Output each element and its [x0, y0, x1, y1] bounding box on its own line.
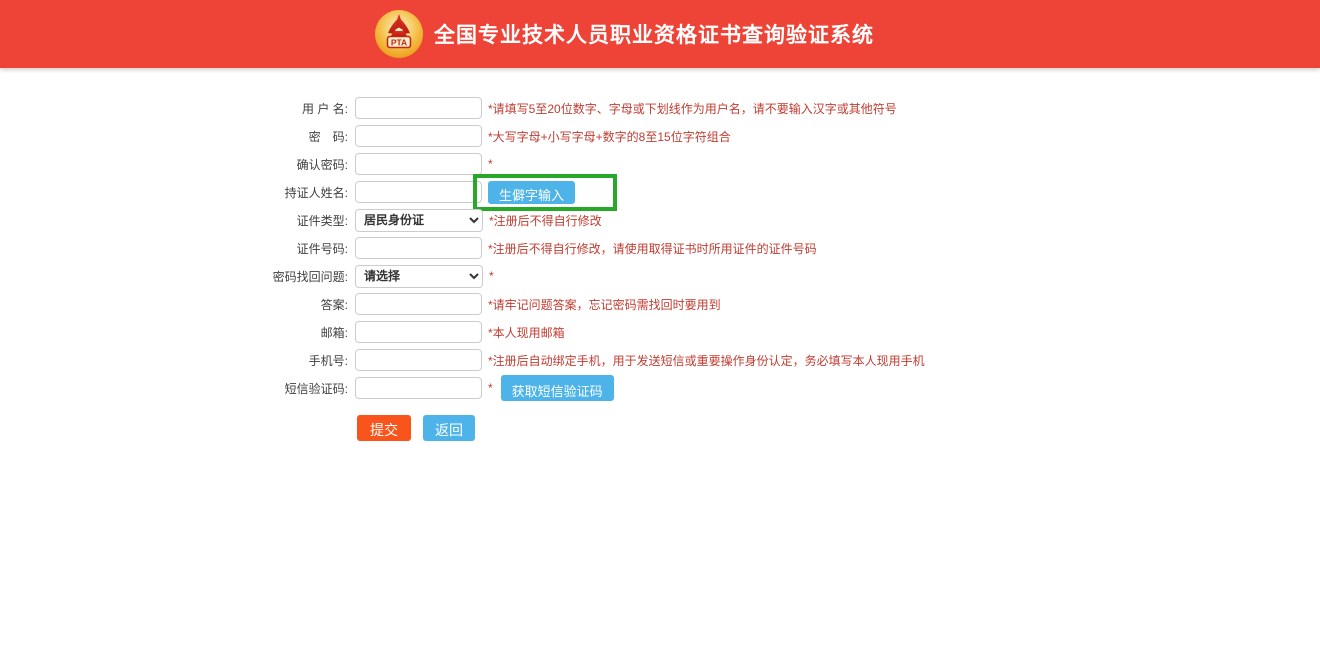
answer-input[interactable]: [355, 293, 482, 315]
mobile-label: 手机号:: [228, 352, 348, 369]
username-hint: *请填写5至20位数字、字母或下划线作为用户名，请不要输入汉字或其他符号: [488, 100, 897, 117]
password-input[interactable]: [355, 125, 482, 147]
email-label: 邮箱:: [228, 324, 348, 341]
sms-code-input[interactable]: [355, 377, 482, 399]
form-row-password: 密 码: *大写字母+小写字母+数字的8至15位字符组合: [0, 125, 1320, 147]
username-input[interactable]: [355, 97, 482, 119]
password-label: 密 码:: [228, 128, 348, 145]
form-row-id-type: 证件类型: 居民身份证 *注册后不得自行修改: [0, 209, 1320, 231]
username-label: 用 户 名:: [228, 100, 348, 117]
sms-code-hint: *: [488, 381, 493, 395]
mobile-hint: *注册后自动绑定手机，用于发送短信或重要操作身份认定，务必填写本人现用手机: [488, 352, 925, 369]
id-type-select[interactable]: 居民身份证: [355, 209, 483, 232]
mobile-input[interactable]: [355, 349, 482, 371]
holder-name-label: 持证人姓名:: [228, 184, 348, 201]
form-row-email: 邮箱: *本人现用邮箱: [0, 321, 1320, 343]
id-number-hint: *注册后不得自行修改，请使用取得证书时所用证件的证件号码: [488, 240, 817, 257]
email-input[interactable]: [355, 321, 482, 343]
form-row-confirm-password: 确认密码: *: [0, 153, 1320, 175]
form-row-holder-name: 持证人姓名: 生僻字输入: [0, 181, 1320, 203]
form-row-recovery-question: 密码找回问题: 请选择 *: [0, 265, 1320, 287]
svg-text:PTA: PTA: [391, 37, 407, 47]
form-row-id-number: 证件号码: *注册后不得自行修改，请使用取得证书时所用证件的证件号码: [0, 237, 1320, 259]
form-actions: 提交 返回: [0, 415, 1320, 441]
answer-label: 答案:: [228, 296, 348, 313]
header-brand: PTA 全国专业技术人员职业资格证书查询验证系统: [374, 9, 874, 59]
id-type-label: 证件类型:: [228, 212, 348, 229]
confirm-password-hint: *: [488, 157, 493, 171]
answer-hint: *请牢记问题答案，忘记密码需找回时要用到: [488, 296, 721, 313]
form-row-mobile: 手机号: *注册后自动绑定手机，用于发送短信或重要操作身份认定，务必填写本人现用…: [0, 349, 1320, 371]
page-header: PTA 全国专业技术人员职业资格证书查询验证系统: [0, 0, 1320, 68]
page-title: 全国专业技术人员职业资格证书查询验证系统: [434, 19, 874, 49]
recovery-question-hint: *: [489, 269, 494, 283]
password-hint: *大写字母+小写字母+数字的8至15位字符组合: [488, 128, 731, 145]
id-type-hint: *注册后不得自行修改: [489, 212, 602, 229]
confirm-password-label: 确认密码:: [228, 156, 348, 173]
confirm-password-input[interactable]: [355, 153, 482, 175]
recovery-question-select[interactable]: 请选择: [355, 265, 483, 288]
id-number-input[interactable]: [355, 237, 482, 259]
holder-name-input[interactable]: [355, 181, 482, 203]
form-row-sms-code: 短信验证码: * 获取短信验证码: [0, 377, 1320, 399]
form-row-username: 用 户 名: *请填写5至20位数字、字母或下划线作为用户名，请不要输入汉字或其…: [0, 97, 1320, 119]
email-hint: *本人现用邮箱: [488, 324, 565, 341]
pta-logo-icon: PTA: [374, 9, 424, 59]
registration-form: 用 户 名: *请填写5至20位数字、字母或下划线作为用户名，请不要输入汉字或其…: [0, 97, 1320, 441]
recovery-question-label: 密码找回问题:: [228, 268, 348, 285]
sms-code-label: 短信验证码:: [228, 380, 348, 397]
rare-char-input-button[interactable]: 生僻字输入: [488, 181, 575, 204]
back-button[interactable]: 返回: [423, 415, 475, 441]
id-number-label: 证件号码:: [228, 240, 348, 257]
get-sms-code-button[interactable]: 获取短信验证码: [501, 375, 614, 401]
submit-button[interactable]: 提交: [357, 415, 411, 441]
form-row-answer: 答案: *请牢记问题答案，忘记密码需找回时要用到: [0, 293, 1320, 315]
